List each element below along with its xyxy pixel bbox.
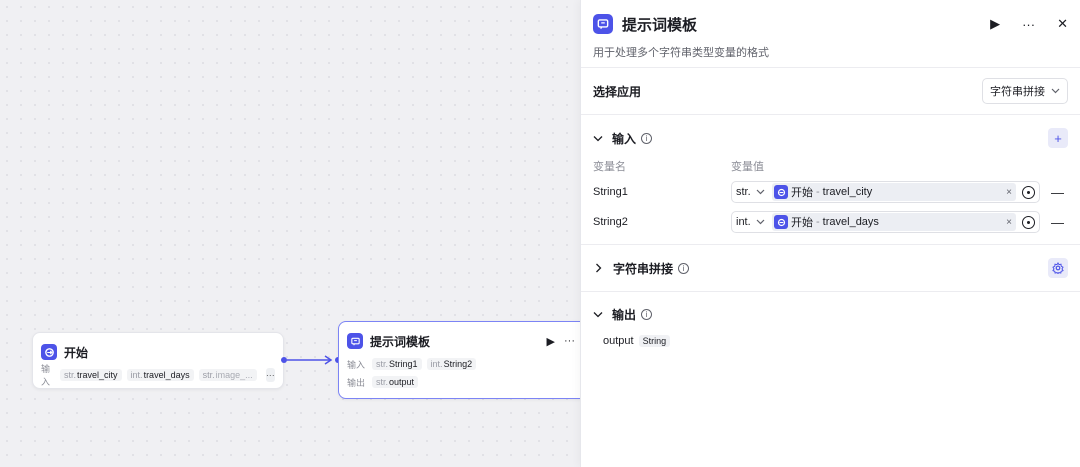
input-var-name: String1 xyxy=(593,186,628,198)
input-row: String2 int. 开始 - travel_days × — xyxy=(581,207,1080,237)
prompt-node-more-icon[interactable]: ··· xyxy=(564,335,575,347)
concat-section-label: 字符串拼接 xyxy=(613,261,674,276)
output-section-label: 输出 xyxy=(612,307,637,322)
gear-icon xyxy=(1052,262,1064,274)
col-var-name: 变量名 xyxy=(593,161,626,173)
prompt-input-chip: str. String1 xyxy=(372,358,422,370)
variable-reference-chip[interactable]: 开始 - travel_days × xyxy=(772,213,1016,231)
app-select-value: 字符串拼接 xyxy=(990,86,1045,98)
add-input-button[interactable]: + xyxy=(1048,128,1068,148)
variable-picker-icon[interactable] xyxy=(1022,185,1035,199)
start-node-title: 开始 xyxy=(64,345,89,360)
start-node-icon xyxy=(41,344,57,360)
variable-picker-icon[interactable] xyxy=(1022,215,1035,229)
concat-settings-button[interactable] xyxy=(1048,258,1068,278)
info-icon[interactable]: i xyxy=(641,132,653,144)
output-var-name: output xyxy=(603,335,634,347)
start-node-icon xyxy=(774,185,788,199)
panel-title: 提示词模板 xyxy=(622,16,698,34)
info-icon[interactable]: i xyxy=(641,308,653,320)
prompt-node-icon xyxy=(347,333,363,349)
input-section-label: 输入 xyxy=(612,131,637,146)
type-select[interactable]: str. xyxy=(734,186,772,198)
start-input-chip: int. travel_days xyxy=(126,369,194,381)
run-icon[interactable]: ▶ xyxy=(990,16,1000,32)
expand-chevron-icon[interactable] xyxy=(595,263,602,273)
connection-edge[interactable] xyxy=(284,352,340,368)
info-icon[interactable]: i xyxy=(678,262,690,274)
prompt-node-title: 提示词模板 xyxy=(370,334,431,349)
workflow-canvas[interactable]: 开始 输入 str. travel_city int. travel_days st… xyxy=(0,0,580,467)
input-row: String1 str. 开始 - travel_city × — xyxy=(581,177,1080,207)
prompt-output-label: 输出 xyxy=(347,377,366,388)
start-input-label: 输入 xyxy=(41,364,51,387)
variable-reference-chip[interactable]: 开始 - travel_city × xyxy=(772,183,1016,201)
output-type-tag: String xyxy=(638,335,671,347)
prompt-input-chip: int. String2 xyxy=(426,358,477,370)
app-select[interactable]: 字符串拼接 xyxy=(982,78,1068,104)
remove-input-button[interactable]: — xyxy=(1051,215,1064,230)
more-icon[interactable]: ··· xyxy=(1022,17,1035,32)
prompt-input-label: 输入 xyxy=(347,359,366,370)
input-var-value-field[interactable]: int. 开始 - travel_days × xyxy=(731,211,1040,233)
remove-input-button[interactable]: — xyxy=(1051,185,1064,200)
clear-reference-icon[interactable]: × xyxy=(1006,217,1012,228)
chevron-down-icon xyxy=(756,189,765,195)
panel-description: 用于处理多个字符串类型变量的格式 xyxy=(593,47,769,59)
input-var-name: String2 xyxy=(593,216,628,228)
prompt-node-run-icon[interactable]: ▶ xyxy=(547,335,555,348)
input-var-value-field[interactable]: str. 开始 - travel_city × xyxy=(731,181,1040,203)
node-config-panel: 提示词模板 ▶ ··· ✕ 用于处理多个字符串类型变量的格式 选择应用 字符串拼… xyxy=(580,0,1080,467)
chevron-down-icon xyxy=(756,219,765,225)
panel-prompt-icon xyxy=(593,14,613,34)
type-select[interactable]: int. xyxy=(734,216,772,228)
start-input-chip: str. travel_city xyxy=(60,369,122,381)
start-more-inputs-button[interactable]: ··· xyxy=(265,368,275,382)
start-node-icon xyxy=(774,215,788,229)
col-var-value: 变量值 xyxy=(731,161,764,173)
collapse-chevron-icon[interactable] xyxy=(593,135,603,142)
start-input-chip: str. image_... xyxy=(198,369,257,381)
select-app-label: 选择应用 xyxy=(593,84,642,99)
start-node[interactable]: 开始 输入 str. travel_city int. travel_days st… xyxy=(32,332,284,389)
collapse-chevron-icon[interactable] xyxy=(593,311,603,318)
prompt-template-node[interactable]: 提示词模板 ▶ ··· 输入 str. String1 int. String2 输… xyxy=(338,321,580,399)
close-icon[interactable]: ✕ xyxy=(1057,16,1068,32)
chevron-down-icon xyxy=(1051,88,1060,94)
clear-reference-icon[interactable]: × xyxy=(1006,187,1012,198)
prompt-output-chip: str. output xyxy=(372,376,419,388)
